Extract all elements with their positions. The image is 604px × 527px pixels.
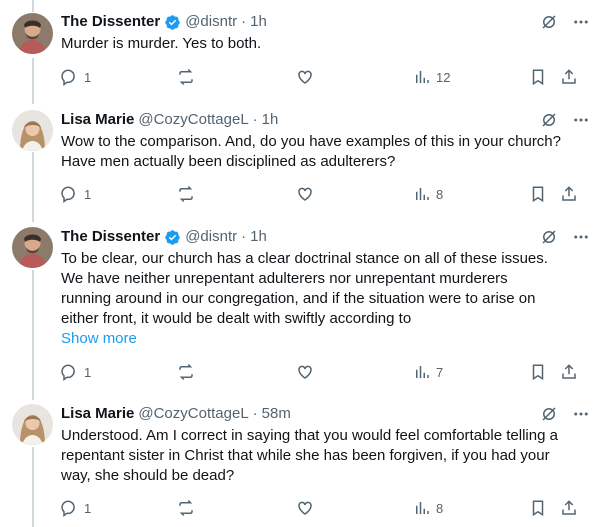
timestamp[interactable]: 58m [262,404,291,424]
like-button[interactable] [296,499,314,517]
retweet-button[interactable] [177,363,195,381]
more-options-icon[interactable] [572,13,590,31]
avatar[interactable] [12,404,53,445]
share-button[interactable] [560,499,578,517]
author-name[interactable]: Lisa Marie [61,110,134,130]
separator-dot: · [241,13,247,30]
share-button[interactable] [560,363,578,381]
reply-count: 1 [84,69,92,85]
more-options-icon[interactable] [572,111,590,129]
verified-badge-icon [164,14,181,31]
timestamp[interactable]: 1h [250,12,267,32]
author-handle[interactable]: @CozyCottageL [138,110,248,130]
author-handle[interactable]: @disntr [185,227,237,247]
reply-count: 1 [84,500,92,516]
grok-icon[interactable] [540,228,558,246]
avatar[interactable] [12,227,53,268]
bookmark-button[interactable] [529,185,547,203]
separator-dot: · [241,228,247,245]
views-count: 12 [436,69,451,85]
views-count: 8 [436,186,444,202]
reply-count: 1 [84,364,92,380]
tweet-text: Understood. Am I correct in saying that … [61,427,558,484]
grok-icon[interactable] [540,13,558,31]
views-button[interactable]: 8 [413,499,443,517]
author-name[interactable]: The Dissenter [61,227,160,247]
author-handle[interactable]: @disntr [185,12,237,32]
views-button[interactable]: 7 [413,363,443,381]
tweet[interactable]: The Dissenter @disntr · 1h To be clear, … [0,218,604,398]
views-button[interactable]: 8 [413,185,443,203]
verified-badge-icon [164,229,181,246]
timestamp[interactable]: 1h [250,227,267,247]
timestamp[interactable]: 1h [262,110,279,130]
tweet-text: To be clear, our church has a clear doct… [61,250,548,327]
grok-icon[interactable] [540,405,558,423]
author-name[interactable]: Lisa Marie [61,404,134,424]
separator-dot: · [252,405,258,422]
show-more-link[interactable]: Show more [61,329,137,349]
reply-button[interactable]: 1 [61,68,91,86]
like-button[interactable] [296,68,314,86]
bookmark-button[interactable] [529,363,547,381]
more-options-icon[interactable] [572,405,590,423]
more-options-icon[interactable] [572,228,590,246]
tweet-text: Murder is murder. Yes to both. [61,35,262,52]
retweet-button[interactable] [177,185,195,203]
tweet-text: Wow to the comparison. And, do you have … [61,133,561,170]
bookmark-button[interactable] [529,499,547,517]
share-button[interactable] [560,185,578,203]
reply-button[interactable]: 1 [61,363,91,381]
grok-icon[interactable] [540,111,558,129]
author-handle[interactable]: @CozyCottageL [138,404,248,424]
avatar[interactable] [12,13,53,54]
reply-button[interactable]: 1 [61,185,91,203]
tweet[interactable]: Lisa Marie @CozyCottageL · 58m Understoo… [0,398,604,527]
reply-button[interactable]: 1 [61,499,91,517]
retweet-button[interactable] [177,499,195,517]
views-count: 7 [436,364,444,380]
tweet[interactable]: The Dissenter @disntr · 1h Murder is mur… [0,0,604,100]
bookmark-button[interactable] [529,68,547,86]
author-name[interactable]: The Dissenter [61,12,160,32]
avatar[interactable] [12,110,53,151]
tweet[interactable]: Lisa Marie @CozyCottageL · 1h Wow to the… [0,100,604,218]
like-button[interactable] [296,185,314,203]
separator-dot: · [252,111,258,128]
share-button[interactable] [560,68,578,86]
reply-count: 1 [84,186,92,202]
views-button[interactable]: 12 [413,68,450,86]
views-count: 8 [436,500,444,516]
retweet-button[interactable] [177,68,195,86]
like-button[interactable] [296,363,314,381]
